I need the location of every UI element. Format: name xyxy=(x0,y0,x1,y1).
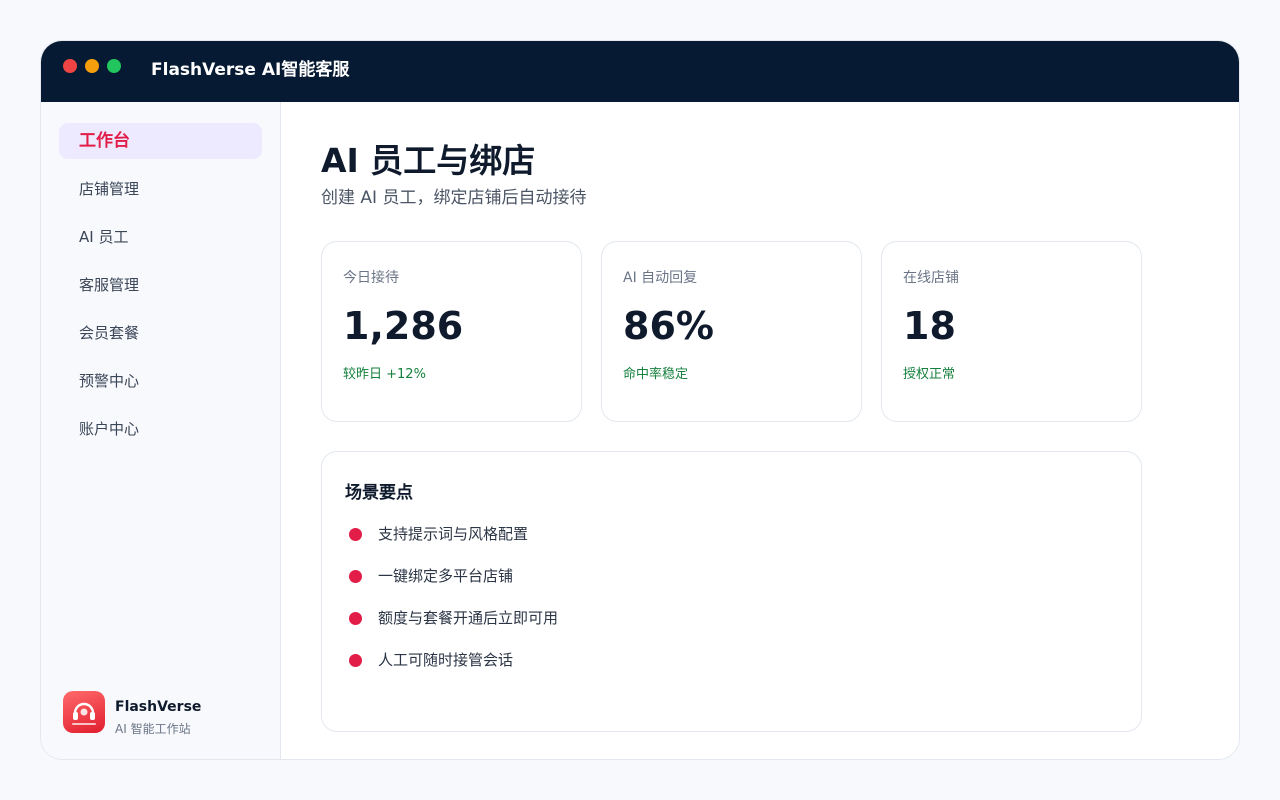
close-window-button[interactable] xyxy=(63,59,77,73)
page-title: AI 员工与绑店 xyxy=(321,141,536,180)
stat-note: 授权正常 xyxy=(903,367,956,382)
stat-value: 1,286 xyxy=(343,304,464,348)
stat-label: 今日接待 xyxy=(343,270,399,286)
list-item-text: 支持提示词与风格配置 xyxy=(378,525,529,543)
stat-label: AI 自动回复 xyxy=(623,270,698,286)
stat-value: 86% xyxy=(623,304,714,348)
stat-card-online-shops: 在线店铺 18 授权正常 xyxy=(881,241,1142,422)
stat-card-ai-auto-reply: AI 自动回复 86% 命中率稳定 xyxy=(601,241,862,422)
sidebar-item-shop-management[interactable]: 店铺管理 xyxy=(59,171,262,207)
stat-note: 命中率稳定 xyxy=(623,367,689,382)
sidebar-item-service-management[interactable]: 客服管理 xyxy=(59,267,262,303)
stat-card-today-reception: 今日接待 1,286 较昨日 +12% xyxy=(321,241,582,422)
sidebar-item-membership-plans[interactable]: 会员套餐 xyxy=(59,315,262,351)
bullet-dot-icon xyxy=(349,654,362,667)
app-window: FlashVerse AI智能客服 工作台 店铺管理 AI 员工 客服管理 会员… xyxy=(40,40,1240,760)
bullet-dot-icon xyxy=(349,612,362,625)
minimize-window-button[interactable] xyxy=(85,59,99,73)
bullet-dot-icon xyxy=(349,528,362,541)
brand-name: FlashVerse xyxy=(115,699,202,715)
list-item-text: 一键绑定多平台店铺 xyxy=(378,567,514,585)
headset-logo-icon xyxy=(63,691,105,733)
list-item-text: 额度与套餐开通后立即可用 xyxy=(378,609,559,627)
maximize-window-button[interactable] xyxy=(107,59,121,73)
panel-title: 场景要点 xyxy=(345,483,413,503)
sidebar-item-alert-center[interactable]: 预警中心 xyxy=(59,363,262,399)
scenario-points-panel: 场景要点 支持提示词与风格配置 一键绑定多平台店铺 额度与套餐开通后立即可用 人… xyxy=(321,451,1142,732)
title-bar: FlashVerse AI智能客服 xyxy=(41,41,1239,102)
sidebar-item-ai-staff[interactable]: AI 员工 xyxy=(59,219,262,255)
page-subtitle: 创建 AI 员工，绑定店铺后自动接待 xyxy=(321,188,587,208)
main-content: AI 员工与绑店 创建 AI 员工，绑定店铺后自动接待 今日接待 1,286 较… xyxy=(281,102,1239,759)
bullet-dot-icon xyxy=(349,570,362,583)
stat-label: 在线店铺 xyxy=(903,270,959,286)
brand-subtitle: AI 智能工作站 xyxy=(115,722,191,736)
sidebar-item-account-center[interactable]: 账户中心 xyxy=(59,411,262,447)
stat-value: 18 xyxy=(903,304,956,348)
list-item-text: 人工可随时接管会话 xyxy=(378,651,514,669)
sidebar-item-workbench[interactable]: 工作台 xyxy=(59,123,262,159)
sidebar: 工作台 店铺管理 AI 员工 客服管理 会员套餐 预警中心 账户中心 Flash… xyxy=(41,102,281,759)
app-title: FlashVerse AI智能客服 xyxy=(151,60,350,80)
stat-note: 较昨日 +12% xyxy=(343,367,426,382)
